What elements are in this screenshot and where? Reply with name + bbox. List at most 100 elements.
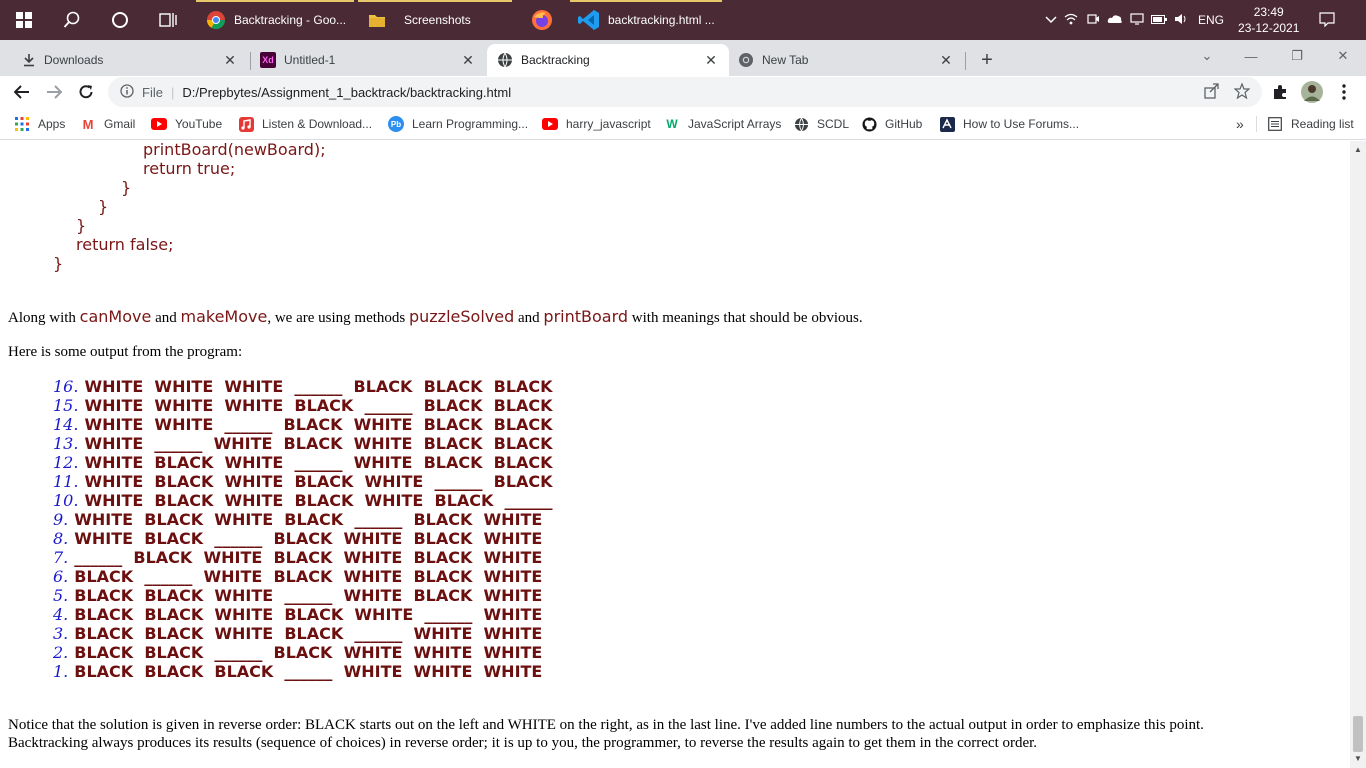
- volume-icon[interactable]: [1170, 13, 1192, 28]
- forward-arrow-icon[interactable]: [40, 78, 68, 106]
- bookmark-listen-download[interactable]: Listen & Download...: [238, 108, 372, 140]
- bookmark-how-to-use-forums[interactable]: How to Use Forums...: [939, 108, 1079, 140]
- tab-title: Downloads: [44, 53, 104, 67]
- firefox-icon: [532, 10, 552, 30]
- line-number: 4.: [53, 605, 69, 624]
- output-line: 16. WHITE WHITE WHITE ______ BLACK BLACK …: [53, 377, 553, 396]
- task-view-icon[interactable]: [148, 0, 188, 40]
- download-icon: [24, 54, 34, 67]
- wifi-icon[interactable]: [1060, 13, 1082, 28]
- profile-avatar[interactable]: [1298, 78, 1326, 106]
- youtube-icon: [151, 116, 167, 132]
- browser-tab-strip: Downloads ✕ Xd Untitled-1 ✕ Backtracking…: [0, 40, 1366, 76]
- output-line: 3. BLACK BLACK WHITE BLACK ______ WHITE W…: [53, 624, 542, 643]
- vscode-icon: [578, 10, 599, 30]
- bookmark-harry-javascript[interactable]: harry_javascript: [542, 108, 651, 140]
- code-line: }: [53, 254, 64, 273]
- text: , we are using methods: [267, 310, 409, 326]
- reload-icon[interactable]: [72, 78, 100, 106]
- info-icon[interactable]: [120, 83, 134, 101]
- scroll-up-arrow-icon[interactable]: ▲: [1353, 145, 1363, 154]
- line-text: BLACK BLACK WHITE BLACK WHITE ______ WHI…: [74, 605, 543, 624]
- tab-title: New Tab: [762, 53, 809, 67]
- search-icon[interactable]: [52, 0, 92, 40]
- bookmark-gmail[interactable]: M Gmail: [80, 108, 136, 140]
- extensions-puzzle-icon[interactable]: [1266, 78, 1294, 106]
- back-arrow-icon[interactable]: [8, 78, 36, 106]
- output-line: 5. BLACK BLACK WHITE ______ WHITE BLACK W…: [53, 586, 542, 605]
- bookmark-apps[interactable]: Apps: [14, 108, 65, 140]
- text: Along with: [8, 310, 80, 326]
- battery-icon[interactable]: [1148, 13, 1170, 27]
- language-indicator[interactable]: ENG: [1198, 13, 1224, 27]
- output-line: 7. ______ BLACK WHITE BLACK WHITE BLACK W…: [53, 548, 542, 567]
- page-content: printBoard(newBoard); return true; } } }…: [0, 141, 1350, 768]
- line-text: WHITE BLACK WHITE BLACK ______ BLACK WHI…: [74, 510, 543, 529]
- scroll-down-arrow-icon[interactable]: ▼: [1353, 754, 1363, 763]
- address-bar[interactable]: File | D:/Prepbytes/Assignment_1_backtra…: [108, 77, 1262, 107]
- code-term: canMove: [79, 307, 152, 326]
- close-icon[interactable]: ✕: [222, 52, 238, 69]
- bookmark-youtube[interactable]: YouTube: [151, 108, 222, 140]
- line-number: 7.: [53, 548, 69, 567]
- clock[interactable]: 23:49 23-12-2021: [1238, 4, 1299, 36]
- bookmark-label: YouTube: [175, 117, 223, 131]
- tab-search-chevron-icon[interactable]: ⌄: [1184, 40, 1230, 72]
- line-number: 16.: [53, 377, 79, 396]
- chevron-up-icon[interactable]: [1042, 13, 1060, 27]
- minimize-button[interactable]: ―: [1228, 40, 1274, 72]
- bookmark-github[interactable]: GitHub: [861, 108, 922, 140]
- bookmark-scdl[interactable]: SCDL: [793, 108, 849, 140]
- windows-taskbar: Backtracking - Goo... Screenshots backtr…: [0, 0, 1366, 40]
- system-tray: ENG 23:49 23-12-2021: [1042, 0, 1336, 40]
- bookmark-star-icon[interactable]: [1233, 81, 1251, 102]
- scrollbar-thumb[interactable]: [1353, 716, 1363, 752]
- bookmark-learn-programming[interactable]: Pb Learn Programming...: [388, 108, 528, 140]
- line-text: WHITE BLACK WHITE ______ WHITE BLACK BLA…: [84, 453, 553, 472]
- reading-list-button[interactable]: Reading list: [1267, 108, 1354, 140]
- scheme-label: File: [142, 84, 163, 100]
- meet-now-icon[interactable]: [1082, 13, 1104, 28]
- taskbar-app-firefox[interactable]: [520, 0, 564, 40]
- taskbar-app-explorer[interactable]: Screenshots: [358, 0, 512, 40]
- taskbar-app-vscode[interactable]: backtracking.html ...: [570, 0, 722, 40]
- reading-list-label: Reading list: [1291, 117, 1354, 131]
- windows-start-icon[interactable]: [4, 0, 44, 40]
- close-icon[interactable]: ✕: [703, 52, 719, 69]
- vertical-scrollbar[interactable]: ▲ ▼: [1350, 141, 1366, 768]
- close-window-button[interactable]: ✕: [1320, 40, 1366, 72]
- url-text[interactable]: D:/Prepbytes/Assignment_1_backtrack/back…: [182, 85, 511, 100]
- tab-downloads[interactable]: Downloads ✕: [12, 44, 248, 76]
- bookmark-javascript-arrays[interactable]: W JavaScript Arrays: [664, 108, 781, 140]
- screen-icon[interactable]: [1126, 12, 1148, 28]
- bookmarks-overflow-button[interactable]: »: [1236, 108, 1244, 140]
- music-icon: [238, 116, 254, 132]
- chrome-icon: [207, 11, 225, 30]
- gmail-icon: M: [82, 116, 94, 132]
- close-icon[interactable]: ✕: [460, 52, 476, 69]
- clock-time: 23:49: [1253, 5, 1284, 19]
- notification-icon[interactable]: [1319, 11, 1336, 30]
- output-line: 6. BLACK ______ WHITE BLACK WHITE BLACK W…: [53, 567, 542, 586]
- new-tab-button[interactable]: +: [975, 48, 999, 72]
- taskbar-app-chrome[interactable]: Backtracking - Goo...: [196, 0, 354, 40]
- paragraph-notice-line2: Backtracking always produces its results…: [8, 735, 1038, 751]
- line-number: 5.: [53, 586, 69, 605]
- tab-new-tab[interactable]: New Tab ✕: [728, 44, 964, 76]
- bookmark-label: Listen & Download...: [262, 117, 373, 131]
- onedrive-cloud-icon[interactable]: [1104, 13, 1126, 27]
- code-line: }: [121, 178, 132, 197]
- code-line: return true;: [143, 159, 236, 178]
- share-icon[interactable]: [1204, 82, 1220, 102]
- restore-button[interactable]: ❐: [1274, 40, 1320, 72]
- tab-backtracking[interactable]: Backtracking ✕: [487, 44, 729, 76]
- line-text: BLACK BLACK BLACK ______ WHITE WHITE WHI…: [74, 662, 543, 681]
- close-icon[interactable]: ✕: [938, 52, 954, 69]
- browser-toolbar: File | D:/Prepbytes/Assignment_1_backtra…: [0, 76, 1366, 108]
- chrome-icon: [739, 53, 753, 67]
- output-line: 1. BLACK BLACK BLACK ______ WHITE WHITE W…: [53, 662, 542, 681]
- line-text: BLACK ______ WHITE BLACK WHITE BLACK WHI…: [74, 567, 543, 586]
- kebab-menu-icon[interactable]: [1330, 78, 1358, 106]
- cortana-icon[interactable]: [100, 0, 140, 40]
- tab-untitled[interactable]: Xd Untitled-1 ✕: [250, 44, 486, 76]
